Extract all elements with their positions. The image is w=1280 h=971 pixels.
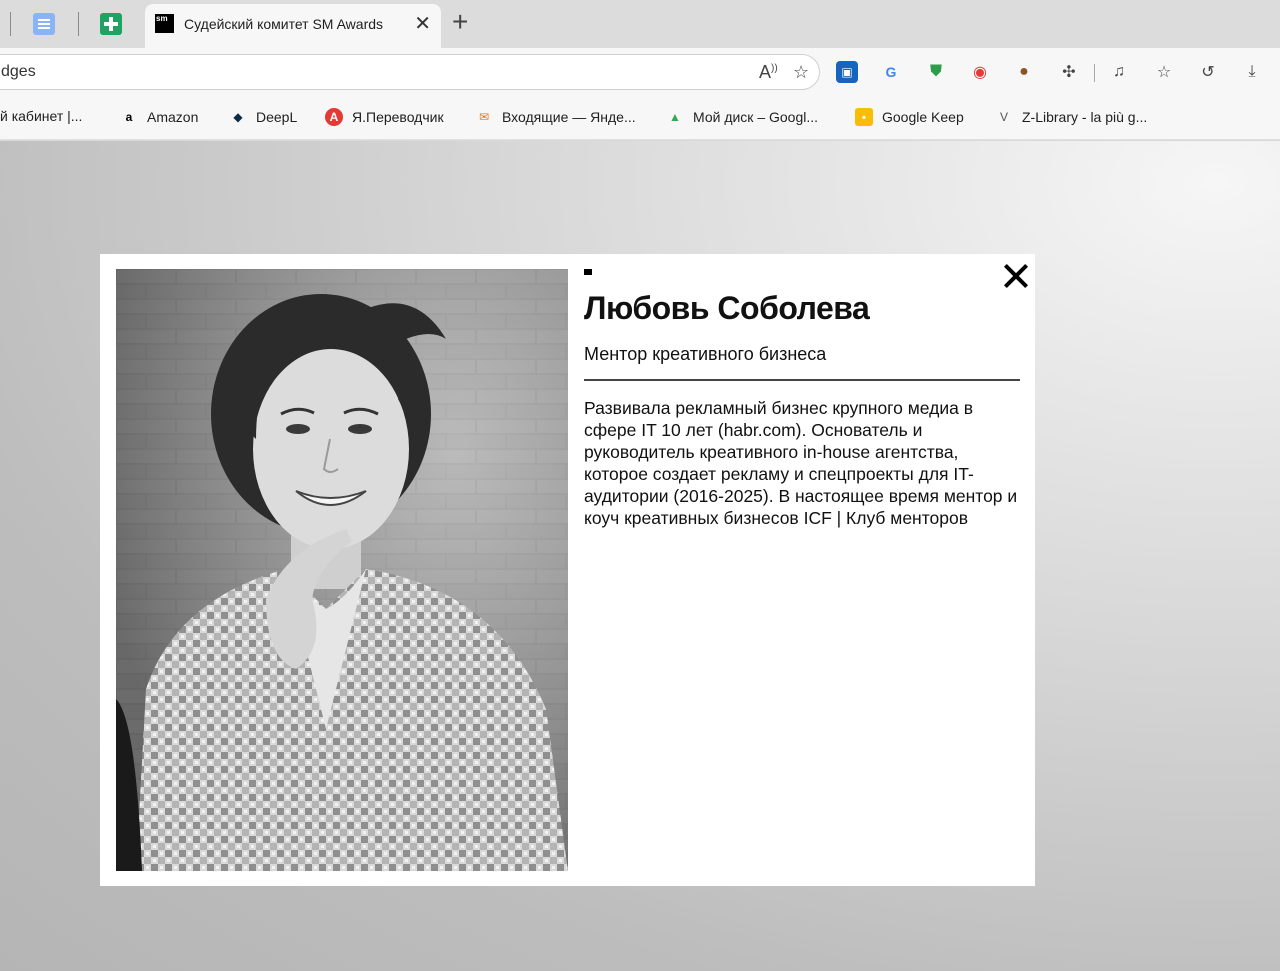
decorative-marker xyxy=(584,269,592,275)
media-control-icon[interactable]: ♫ xyxy=(1108,61,1130,83)
record-icon[interactable]: ◉ xyxy=(969,61,991,83)
bookmark-z-library[interactable]: V Z-Library - la più g... xyxy=(995,108,1147,126)
portrait-illustration xyxy=(116,269,568,871)
favorite-star-icon[interactable]: ☆ xyxy=(793,62,809,83)
deepl-icon: ◆ xyxy=(233,110,243,124)
bookmark-cabinet[interactable]: й кабинет |... xyxy=(0,108,82,124)
tab-strip: sm Судейский комитет SM Awards ✕ + xyxy=(0,0,1280,48)
extension-blue-icon[interactable]: ▣ xyxy=(836,61,858,83)
google-keep-icon: ▪ xyxy=(855,108,873,126)
cookie-icon[interactable]: ● xyxy=(1013,61,1035,83)
bookmark-label: DeepL xyxy=(256,109,298,125)
mail-icon: ✉ xyxy=(478,110,490,124)
google-drive-icon: ▲ xyxy=(669,110,681,124)
bookmark-label: Я.Переводчик xyxy=(352,109,444,125)
read-aloud-icon[interactable]: A)) xyxy=(759,62,778,83)
google-sheets-tab-icon[interactable] xyxy=(100,13,122,35)
history-icon[interactable]: ↺ xyxy=(1197,61,1219,83)
judge-profile-modal: Любовь Соболева Ментор креативного бизне… xyxy=(100,254,1035,886)
bookmark-label: Входящие — Янде... xyxy=(502,109,636,125)
bookmark-google-drive[interactable]: ▲ Мой диск – Googl... xyxy=(666,108,818,126)
bookmark-label: Z-Library - la più g... xyxy=(1022,109,1148,125)
new-tab-button[interactable]: + xyxy=(452,6,468,38)
tab-title: Судейский комитет SM Awards xyxy=(184,16,384,32)
favorites-icon[interactable]: ☆ xyxy=(1153,61,1175,83)
bookmark-label: Google Keep xyxy=(882,109,964,125)
bookmark-yandex-mail[interactable]: ✉ Входящие — Янде... xyxy=(475,108,636,126)
z-library-icon: V xyxy=(999,110,1008,124)
judge-role: Ментор креативного бизнеса xyxy=(584,344,827,364)
downloads-icon[interactable]: ⤓ xyxy=(1241,61,1263,83)
judge-portrait-photo xyxy=(116,269,568,871)
divider xyxy=(584,379,1020,381)
bookmark-label: Мой диск – Googl... xyxy=(693,109,819,125)
amazon-icon: a xyxy=(125,110,133,124)
close-modal-icon[interactable] xyxy=(999,260,1033,294)
toolbar-separator xyxy=(1094,64,1095,82)
bookmark-amazon[interactable]: a Amazon xyxy=(120,108,199,126)
tab-separator xyxy=(10,12,11,36)
bookmarks-bar: й кабинет |... a Amazon ◆ DeepL A Я.Пере… xyxy=(0,96,1280,140)
yandex-translate-icon: A xyxy=(325,108,343,126)
active-tab[interactable]: sm Судейский комитет SM Awards ✕ xyxy=(145,4,441,48)
bookmark-google-keep[interactable]: ▪ Google Keep xyxy=(855,108,964,126)
browser-toolbar: dges A)) ☆ ▣ G ⛊ ◉ ● ✣ ♫ ☆ ↺ ⤓ xyxy=(0,48,1280,96)
tab-close-icon[interactable]: ✕ xyxy=(414,11,431,36)
bookmark-deepl[interactable]: ◆ DeepL xyxy=(229,108,297,126)
extensions-puzzle-icon[interactable]: ✣ xyxy=(1058,61,1080,83)
address-bar[interactable]: dges A)) ☆ xyxy=(0,54,820,90)
google-translate-icon[interactable]: G xyxy=(880,61,902,83)
sm-favicon-icon: sm xyxy=(155,14,174,33)
judge-bio: Развивала рекламный бизнес крупного меди… xyxy=(584,398,1018,528)
bookmark-label: й кабинет |... xyxy=(0,108,83,124)
bookmark-yandex-translate[interactable]: A Я.Переводчик xyxy=(325,108,444,126)
tab-separator xyxy=(78,12,79,36)
bookmark-label: Amazon xyxy=(147,109,199,125)
url-text[interactable]: dges xyxy=(1,63,36,81)
judge-name: Любовь Соболева xyxy=(584,290,870,326)
shield-icon[interactable]: ⛊ xyxy=(925,61,947,83)
google-docs-tab-icon[interactable] xyxy=(33,13,55,35)
